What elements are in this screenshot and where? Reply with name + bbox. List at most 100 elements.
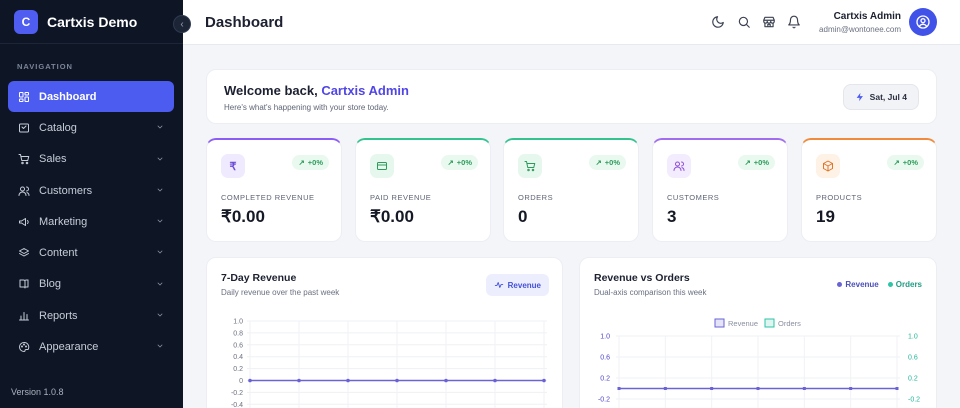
cart-icon: [518, 154, 542, 178]
chevron-left-icon: ‹: [180, 18, 184, 30]
sidebar-item-dashboard[interactable]: Dashboard: [8, 81, 174, 113]
stat-change-badge: ↗ +0%: [292, 155, 329, 170]
sidebar-item-blog[interactable]: Blog: [8, 269, 174, 300]
data-point[interactable]: [617, 387, 621, 390]
stat-label: COMPLETED REVENUE: [221, 193, 315, 202]
brand[interactable]: C Cartxis Demo: [0, 0, 183, 44]
chart-subtitle: Dual-axis comparison this week: [594, 288, 707, 297]
stat-card-completed-revenue[interactable]: ₹ ↗ +0% COMPLETED REVENUE ₹0.00: [206, 138, 342, 242]
welcome-card: Welcome back, Cartxis Admin Here's what'…: [206, 69, 937, 124]
y-tick-label: 0: [239, 378, 243, 385]
dashboard-icon: [18, 91, 30, 103]
avatar[interactable]: [909, 8, 937, 36]
page-title: Dashboard: [205, 14, 284, 31]
sidebar-item-reports[interactable]: Reports: [8, 300, 174, 331]
y-tick-label: 0.2: [233, 366, 243, 373]
date-badge[interactable]: Sat, Jul 4: [842, 84, 919, 110]
stat-change-badge: ↗ +0%: [738, 155, 775, 170]
brand-logo: C: [14, 9, 38, 34]
y-tick-label: 0.6: [233, 342, 243, 349]
chevron-down-icon: [157, 251, 163, 254]
y-left-tick-label: -0.2: [598, 397, 610, 404]
sidebar-item-label: Customers: [39, 184, 93, 197]
welcome-user-name: Cartxis Admin: [321, 83, 409, 98]
y-right-tick-label: -0.2: [908, 397, 920, 404]
stat-change-value: +0%: [604, 158, 620, 167]
chevron-down-icon: [157, 188, 163, 192]
legend-revenue-label: Revenue: [845, 280, 879, 289]
store-icon[interactable]: [762, 15, 776, 29]
collapse-sidebar-button[interactable]: ‹: [173, 15, 191, 33]
stat-card-paid-revenue[interactable]: ↗ +0% PAID REVENUE ₹0.00: [355, 138, 491, 242]
trend-up-icon: ↗: [298, 158, 305, 167]
y-tick-label: -0.4: [231, 402, 243, 408]
chart-title: 7-Day Revenue: [221, 272, 297, 284]
stat-label: ORDERS: [518, 193, 554, 202]
inner-legend-orders: Orders: [778, 319, 801, 328]
y-right-tick-label: 1.0: [908, 334, 918, 341]
data-point[interactable]: [542, 378, 546, 383]
rupee-icon: ₹: [221, 154, 245, 178]
trend-up-icon: ↗: [893, 158, 900, 167]
sidebar-item-marketing[interactable]: Marketing: [8, 206, 174, 237]
chevron-down-icon: [157, 313, 163, 317]
welcome-title: Welcome back, Cartxis Admin: [224, 83, 409, 98]
y-left-tick-label: 1.0: [600, 334, 610, 341]
y-tick-label: 0.8: [233, 330, 243, 337]
user-name[interactable]: Cartxis Admin: [834, 11, 901, 22]
inner-legend-revenue-swatch[interactable]: [714, 318, 725, 328]
stat-change-value: +0%: [753, 158, 769, 167]
stat-value: ₹0.00: [221, 207, 265, 226]
data-point[interactable]: [297, 378, 301, 383]
inner-legend-orders-swatch[interactable]: [764, 318, 775, 328]
stat-change-value: +0%: [456, 158, 472, 167]
stat-value: 3: [667, 207, 677, 226]
sidebar-item-sales[interactable]: Sales: [8, 144, 174, 175]
stat-label: PAID REVENUE: [370, 193, 432, 202]
chart-subtitle: Daily revenue over the past week: [221, 288, 340, 297]
stat-label: CUSTOMERS: [667, 193, 720, 202]
revenue-toggle-button[interactable]: Revenue: [485, 274, 549, 296]
data-point[interactable]: [663, 387, 667, 390]
revenue-toggle-label: Revenue: [507, 280, 541, 290]
legend-orders[interactable]: Orders: [887, 280, 922, 289]
trend-up-icon: ↗: [447, 158, 454, 167]
sidebar-item-appearance[interactable]: Appearance: [8, 331, 174, 362]
bell-icon[interactable]: [787, 15, 801, 29]
credit-card-icon: [370, 154, 394, 178]
data-point[interactable]: [346, 378, 350, 383]
revenue-chart-card: 7-Day Revenue Daily revenue over the pas…: [206, 257, 563, 408]
stat-change-value: +0%: [902, 158, 918, 167]
data-point[interactable]: [444, 378, 448, 383]
data-point[interactable]: [248, 378, 252, 383]
y-tick-label: 0.4: [233, 354, 243, 361]
stat-card-customers[interactable]: ↗ +0% CUSTOMERS 3: [652, 138, 788, 242]
search-icon[interactable]: [737, 15, 751, 29]
legend-revenue[interactable]: Revenue: [837, 280, 879, 289]
welcome-prefix: Welcome back,: [224, 83, 322, 98]
legend-orders-label: Orders: [895, 280, 922, 289]
data-point[interactable]: [710, 387, 714, 390]
data-point[interactable]: [849, 387, 853, 390]
stat-card-products[interactable]: ↗ +0% PRODUCTS 19: [801, 138, 937, 242]
data-point[interactable]: [895, 387, 899, 390]
stat-value: 0: [518, 207, 528, 226]
data-point[interactable]: [802, 387, 806, 390]
y-right-tick-label: 0.2: [908, 376, 918, 383]
sidebar-item-customers[interactable]: Customers: [8, 175, 174, 206]
y-left-tick-label: 0.6: [600, 355, 610, 362]
data-point[interactable]: [395, 378, 399, 383]
legend-dot: [837, 282, 843, 287]
sidebar-item-content[interactable]: Content: [8, 237, 174, 268]
moon-icon[interactable]: [711, 15, 725, 29]
data-point[interactable]: [493, 378, 497, 383]
version-label: Version 1.0.8: [11, 387, 64, 397]
chevron-down-icon: [157, 125, 163, 129]
activity-icon: [494, 282, 503, 288]
data-point[interactable]: [756, 387, 760, 390]
sidebar-item-catalog[interactable]: Catalog: [8, 112, 174, 143]
stat-card-orders[interactable]: ↗ +0% ORDERS 0: [503, 138, 639, 242]
top-header: Dashboard Cartxis Admin admin@wontonee.c…: [183, 0, 960, 45]
date-label: Sat, Jul 4: [869, 92, 907, 102]
user-circle-icon: [916, 15, 930, 29]
